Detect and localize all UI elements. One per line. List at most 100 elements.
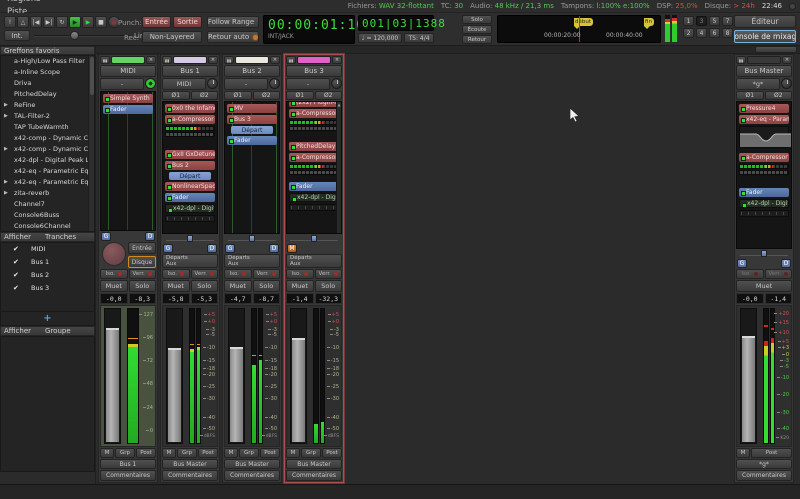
solo-lock-button[interactable]: Verr. xyxy=(129,269,157,279)
processor-mv[interactable]: MV xyxy=(227,104,277,113)
record-enable-blob[interactable] xyxy=(102,242,126,266)
port-badge-g[interactable]: G xyxy=(225,244,235,253)
shuttle-speed-slider[interactable] xyxy=(34,31,130,40)
processor-x42-dpl-digital-p[interactable]: x42-dpl - Digital P xyxy=(165,204,215,213)
metronome-button[interactable]: △ xyxy=(17,16,29,28)
plugin-inline-slider[interactable] xyxy=(739,210,789,217)
strip-color-swatch[interactable] xyxy=(297,56,331,64)
play-range-button[interactable]: ▶ xyxy=(69,16,81,28)
plugin-favorite-item[interactable]: ▶zita-reverb xyxy=(1,188,94,199)
plugin-favorite-item[interactable]: a-High/Low Pass Filter xyxy=(1,56,94,67)
strip-option-m[interactable]: M xyxy=(224,448,238,458)
plugin-favorite-item[interactable]: a-Inline Scope xyxy=(1,67,94,78)
comments-button[interactable]: Commentaires xyxy=(736,470,792,481)
narrow-toggle-icon[interactable]: ▮▮ xyxy=(286,56,296,64)
processor-a-compressor[interactable]: a-Compressor xyxy=(289,153,339,162)
processor-pressure4[interactable]: Pressure4 xyxy=(739,104,789,113)
goto-start-button[interactable]: |◀ xyxy=(30,16,42,28)
strip-visibility-bus-1[interactable]: ✔Bus 1 xyxy=(1,256,94,269)
tempo-button[interactable]: ♩ = 120,000 xyxy=(358,33,402,43)
strip-option-grp[interactable]: Grp xyxy=(177,448,197,458)
favorite-plugins-list[interactable]: a-High/Low Pass Filtera-Inline ScopeDriv… xyxy=(0,55,95,232)
expander-icon[interactable]: ▶ xyxy=(4,100,8,111)
port-badge-g[interactable]: G xyxy=(163,244,173,253)
solo-lock-button[interactable]: Verr. xyxy=(191,269,219,279)
solo-lock-button[interactable]: Verr. xyxy=(253,269,281,279)
solo-isolate-button[interactable]: Iso. xyxy=(100,269,128,279)
midi-input-icon[interactable] xyxy=(145,78,156,89)
input-button[interactable]: MIDI xyxy=(162,78,206,90)
port-badge-d[interactable]: D xyxy=(781,259,791,268)
plugin-favorite-item[interactable]: Console6Buss xyxy=(1,210,94,221)
hide-strip-icon[interactable]: × xyxy=(208,56,218,64)
solo-isolate-button[interactable]: Iso. xyxy=(224,269,252,279)
processor-box[interactable]: MVBus 3DépartFader xyxy=(224,101,280,234)
gain-fader[interactable] xyxy=(740,308,757,444)
processor-fader[interactable]: Fader xyxy=(103,105,153,114)
loop-button[interactable]: ↻ xyxy=(56,16,68,28)
gain-value-display[interactable]: -4,7 xyxy=(224,293,252,304)
mute-button[interactable]: Muet xyxy=(162,280,190,292)
strip-option-post[interactable]: Post xyxy=(751,448,792,458)
layout-key-6[interactable]: 6 xyxy=(709,28,720,38)
gain-value-display[interactable]: -1,4 xyxy=(286,293,314,304)
play-button[interactable]: ▶ xyxy=(82,16,94,28)
strip-option-m[interactable]: M xyxy=(286,448,300,458)
strip-option-post[interactable]: Post xyxy=(260,448,280,458)
phase-invert-2-button[interactable]: Ø2 xyxy=(253,91,281,100)
output-button[interactable]: Bus 1 xyxy=(100,459,156,469)
stop-button[interactable]: ■ xyxy=(95,16,107,28)
secondary-clock[interactable]: 001|03|1388 xyxy=(358,15,434,31)
time-signature-button[interactable]: TS: 4/4 xyxy=(404,33,434,43)
phase-invert-2-button[interactable]: Ø2 xyxy=(191,91,219,100)
strip-name-button[interactable]: Bus Master xyxy=(736,65,792,77)
port-badge-g[interactable]: G xyxy=(737,259,747,268)
follow-range-button[interactable]: Follow Range xyxy=(207,16,259,28)
phase-invert-1-button[interactable]: Ø1 xyxy=(736,91,764,100)
solo-button[interactable]: Solo xyxy=(129,280,157,292)
processor--2x2-plugin-ma[interactable]: (2x2) Plugin-Ma xyxy=(289,101,339,107)
gain-fader[interactable] xyxy=(228,308,245,444)
gain-value-display[interactable]: -5,8 xyxy=(162,293,190,304)
port-badge-g[interactable]: G xyxy=(101,232,111,241)
strip-color-swatch[interactable] xyxy=(747,56,781,64)
strip-option-m[interactable]: M xyxy=(162,448,176,458)
comments-button[interactable]: Commentaires xyxy=(224,470,280,481)
expander-icon[interactable]: ▶ xyxy=(4,188,8,199)
processor-box[interactable]: Simple SynthFader xyxy=(100,91,156,231)
mute-button[interactable]: Muet xyxy=(286,280,314,292)
trim-knob[interactable] xyxy=(331,78,342,89)
strip-option-grp[interactable]: Grp xyxy=(239,448,259,458)
processor-nonlinearspace[interactable]: NonlinearSpace xyxy=(165,182,215,191)
processor-a-compressor-ste[interactable]: a-Compressor ste xyxy=(165,115,215,124)
end-marker[interactable]: fin xyxy=(644,18,654,26)
mute-button[interactable]: Muet xyxy=(224,280,252,292)
strip-option-m[interactable]: M xyxy=(736,448,750,458)
gain-fader[interactable] xyxy=(166,308,183,444)
audition-button[interactable]: Écoute xyxy=(462,25,492,34)
port-badge-d[interactable]: D xyxy=(269,244,279,253)
strip-visibility-list[interactable]: ✔MIDI✔Bus 1✔Bus 2✔Bus 3 xyxy=(0,242,95,312)
punch-out-button[interactable]: Sortie xyxy=(173,16,202,28)
layout-key-4[interactable]: 4 xyxy=(696,28,707,38)
strip-option-post[interactable]: Post xyxy=(198,448,218,458)
processor-a-compressor[interactable]: a-Compressor xyxy=(289,109,339,118)
processor-fader[interactable]: Fader xyxy=(289,182,339,191)
monitor-disk-button[interactable]: Disque xyxy=(128,256,156,268)
gain-value-display[interactable]: -0,0 xyxy=(100,293,128,304)
strip-option-m[interactable]: M xyxy=(100,448,114,458)
plugin-favorite-item[interactable]: PitchedDelay xyxy=(1,89,94,100)
processor-scrollbar[interactable]: ▲ xyxy=(336,102,341,233)
strip-name-button[interactable]: Bus 3 xyxy=(286,65,342,77)
strip-option-post[interactable]: Post xyxy=(136,448,156,458)
feedback-button[interactable]: Retour xyxy=(462,35,492,44)
pan-handle[interactable] xyxy=(187,235,193,242)
strip-name-button[interactable]: Bus 2 xyxy=(224,65,280,77)
strip-visibility-bus-3[interactable]: ✔Bus 3 xyxy=(1,282,94,295)
plugin-favorite-item[interactable]: TAP TubeWarmth xyxy=(1,122,94,133)
pan-handle[interactable] xyxy=(761,250,767,257)
strip-visibility-bus-2[interactable]: ✔Bus 2 xyxy=(1,269,94,282)
solo-button[interactable]: Solo xyxy=(191,280,219,292)
processor-box[interactable]: 0x0 the Infamousa-Compressor steGxII GxD… xyxy=(162,101,218,234)
punch-in-button[interactable]: Entrée xyxy=(142,16,171,28)
